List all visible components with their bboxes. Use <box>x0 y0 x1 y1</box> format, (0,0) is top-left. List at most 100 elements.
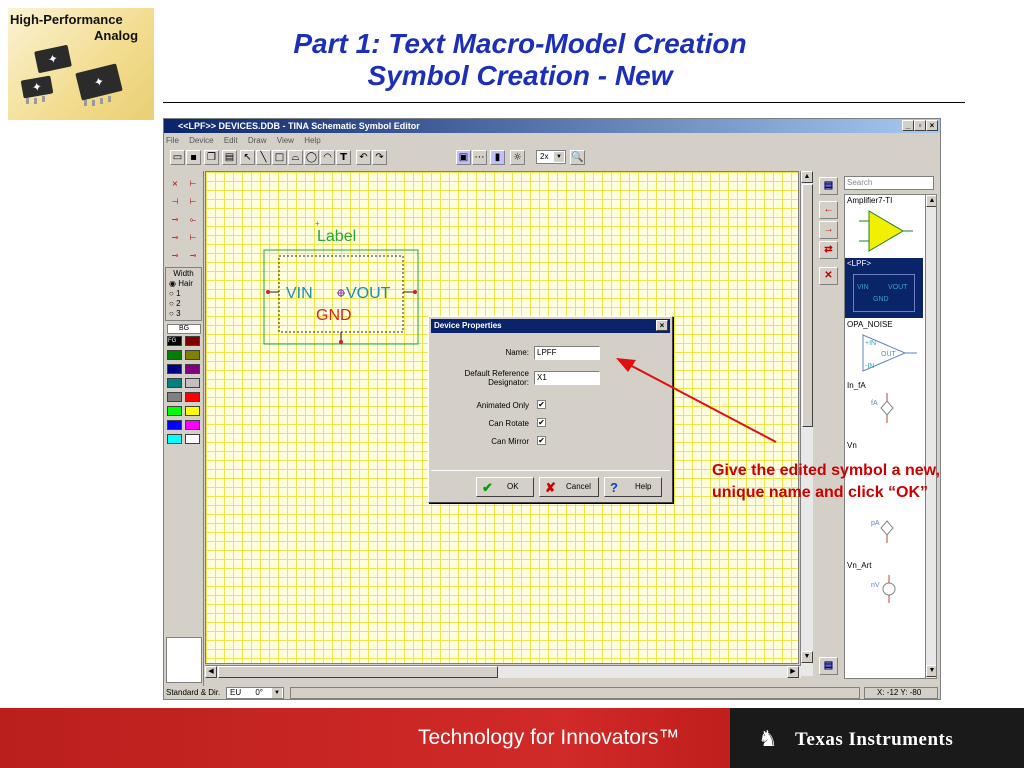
restore-button[interactable]: ▫ <box>914 120 926 131</box>
scroll-right-icon[interactable]: ▶ <box>787 666 799 678</box>
library-item-opa-noise[interactable]: OPA_NOISE <box>847 320 893 329</box>
color-swatch[interactable] <box>167 364 182 374</box>
text-tool-icon[interactable]: T <box>336 150 351 165</box>
svg-text:fA: fA <box>871 400 878 407</box>
delete-icon[interactable]: ✕ <box>819 267 838 285</box>
library-item-vn[interactable]: Vn <box>847 441 857 450</box>
color-swatch[interactable] <box>185 336 200 346</box>
arc-tool-icon[interactable]: ◠ <box>320 150 335 165</box>
width-option-3[interactable]: ○ 3 <box>169 309 198 319</box>
scroll-left-icon[interactable]: ◀ <box>205 666 217 678</box>
copy-icon[interactable]: ❐ <box>204 150 219 165</box>
menu-bar: File Device Edit Draw View Help <box>166 134 329 148</box>
pin-type-icon[interactable]: ⊢ <box>185 195 201 209</box>
color-swatch[interactable] <box>167 434 182 444</box>
color-swatch[interactable] <box>185 378 200 388</box>
standard-label: Standard & Dir. <box>166 688 221 697</box>
fg-color-swatch[interactable]: FG <box>167 336 182 346</box>
library-item-vn-art[interactable]: Vn_Art <box>847 561 871 570</box>
dialog-titlebar: Device Properties × <box>431 319 670 333</box>
width-option-1[interactable]: ○ 1 <box>169 289 198 299</box>
undo-icon[interactable]: ↶ <box>356 150 371 165</box>
library-item-in-fa[interactable]: In_fA <box>847 381 866 390</box>
standard-select[interactable]: EU 0° ▼ <box>226 687 284 699</box>
color-swatch[interactable] <box>185 350 200 360</box>
library-scrollbar[interactable]: ▲ ▼ <box>925 195 936 678</box>
polygon-tool-icon[interactable]: ⌓ <box>288 150 303 165</box>
pin-type-icon[interactable]: ⊸ <box>167 231 183 245</box>
pin-type-icon[interactable]: ⊢ <box>185 231 201 245</box>
dialog-close-button[interactable]: × <box>656 320 668 331</box>
save-icon[interactable]: ▪ <box>186 150 201 165</box>
pin-type-icon[interactable]: ⊸ <box>167 249 183 263</box>
color-swatch[interactable] <box>185 420 200 430</box>
library-options-icon[interactable]: ▤ <box>819 657 838 675</box>
color-swatch[interactable] <box>167 350 182 360</box>
scroll-up-icon[interactable]: ▲ <box>801 171 813 183</box>
scroll-up-icon[interactable]: ▲ <box>926 195 936 207</box>
pin-type-icon[interactable]: ⊸ <box>167 213 183 227</box>
width-option-2[interactable]: ○ 2 <box>169 299 198 309</box>
minimize-button[interactable]: _ <box>902 120 914 131</box>
can-mirror-checkbox[interactable]: ✔ <box>537 436 546 445</box>
scroll-thumb[interactable] <box>218 666 498 678</box>
redo-icon[interactable]: ↷ <box>372 150 387 165</box>
close-button[interactable]: × <box>926 120 938 131</box>
ok-button[interactable]: ✔ OK <box>476 477 534 497</box>
pin-tool-icon[interactable]: ▣ <box>456 150 471 165</box>
zoom-select[interactable]: 2x ▼ <box>536 150 566 164</box>
color-swatch[interactable] <box>167 420 182 430</box>
rectangle-tool-icon[interactable]: □ <box>272 150 287 165</box>
color-swatch[interactable] <box>185 392 200 402</box>
arrow-right-icon[interactable]: → <box>819 221 838 239</box>
menu-file[interactable]: File <box>166 136 179 145</box>
paste-icon[interactable]: ▤ <box>222 150 237 165</box>
color-swatch[interactable] <box>167 378 182 388</box>
fill-icon[interactable]: ▮ <box>490 150 505 165</box>
grid-icon[interactable]: ⋯ <box>472 150 487 165</box>
select-arrow-icon[interactable]: ↖ <box>240 150 255 165</box>
pin-type-icon[interactable]: ⊢ <box>185 177 201 191</box>
menu-view[interactable]: View <box>277 136 294 145</box>
arrow-left-icon[interactable]: ← <box>819 201 838 219</box>
bg-color-label[interactable]: BG <box>167 324 201 334</box>
menu-edit[interactable]: Edit <box>224 136 238 145</box>
line-tool-icon[interactable]: ╲ <box>256 150 271 165</box>
color-swatch[interactable] <box>167 406 182 416</box>
library-search-input[interactable]: Search <box>844 176 934 190</box>
svg-text:pA: pA <box>871 520 880 527</box>
menu-device[interactable]: Device <box>189 136 213 145</box>
cancel-button[interactable]: ✘ Cancel <box>539 477 599 497</box>
color-swatch[interactable] <box>185 406 200 416</box>
can-rotate-checkbox[interactable]: ✔ <box>537 418 546 427</box>
library-item-amplifier[interactable]: Amplifier7-TI <box>847 196 892 205</box>
pin-type-icon[interactable]: ⟜ <box>185 213 201 227</box>
reference-designator-field[interactable]: X1 <box>534 371 600 385</box>
footer-tagline: Technology for Innovators™ <box>418 726 680 749</box>
zoom-icon[interactable]: 🔍 <box>570 150 585 165</box>
scroll-thumb[interactable] <box>802 184 813 427</box>
library-item-lpf-selected[interactable]: <LPF> VIN VOUT GND <box>845 258 923 318</box>
pin-type-icon[interactable]: × <box>167 177 183 191</box>
pin-type-icon[interactable]: ⊣ <box>167 195 183 209</box>
arrow-swap-icon[interactable]: ⇄ <box>819 241 838 259</box>
library-list[interactable]: Amplifier7-TI <LPF> VIN VOUT GND OPA_NOI… <box>844 194 937 679</box>
snap-icon[interactable]: ☼ <box>510 150 525 165</box>
menu-draw[interactable]: Draw <box>248 136 267 145</box>
color-swatch[interactable] <box>185 434 200 444</box>
menu-help[interactable]: Help <box>304 136 320 145</box>
scroll-down-icon[interactable]: ▼ <box>801 651 813 663</box>
library-icon[interactable]: ▤ <box>819 177 838 195</box>
color-swatch[interactable] <box>167 392 182 402</box>
width-option-hair[interactable]: ◉ Hair <box>169 279 198 289</box>
pin-type-icon[interactable]: ⊸ <box>185 249 201 263</box>
ellipse-tool-icon[interactable]: ◯ <box>304 150 319 165</box>
vertical-scrollbar[interactable]: ▲ ▼ <box>800 171 813 676</box>
help-button[interactable]: ? Help <box>604 477 662 497</box>
horizontal-scrollbar[interactable]: ◀ ▶ <box>205 665 801 678</box>
open-icon[interactable]: ▭ <box>170 150 185 165</box>
scroll-down-icon[interactable]: ▼ <box>926 665 936 677</box>
color-swatch[interactable] <box>185 364 200 374</box>
animated-only-checkbox[interactable]: ✔ <box>537 400 546 409</box>
name-field[interactable]: LPFF <box>534 346 600 360</box>
